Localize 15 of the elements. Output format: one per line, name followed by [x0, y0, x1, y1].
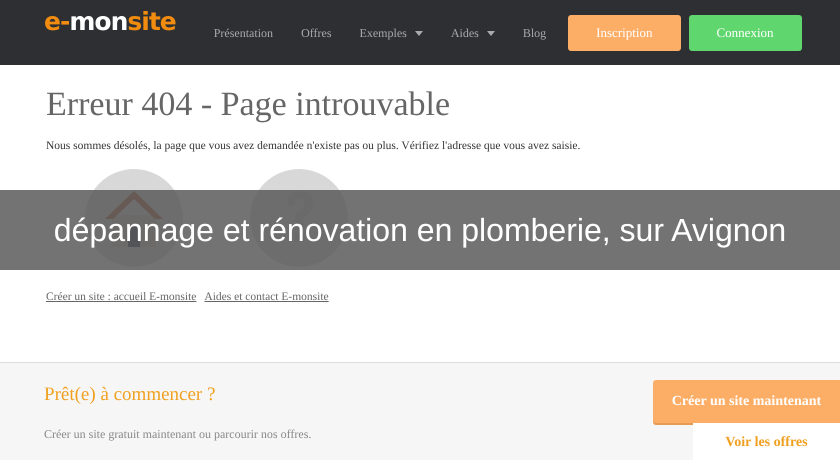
cta-text: Créer un site gratuit maintenant ou parcourir nos offres.: [44, 426, 312, 443]
cta-title: Prêt(e) à commencer ?: [44, 383, 216, 407]
caret-icon: [414, 31, 423, 36]
page-title: Erreur 404 - Page introuvable: [46, 85, 452, 125]
caption-banner: dépannage et rénovation en plomberie, sur Avignon: [0, 190, 840, 270]
menu-link[interactable]: Présentation: [200, 24, 288, 42]
menu-link[interactable]: Blog: [508, 24, 560, 42]
error-message: Nous sommes désolés, la page que vous avez demandée n'existe pas ou plus. Vérifiez l'adresse que vous avez saisie.: [46, 138, 582, 154]
menu-link[interactable]: Offres: [287, 24, 346, 42]
caret-icon: [486, 31, 495, 36]
footer-link[interactable]: Créer un site : accueil E-monsite: [46, 289, 196, 306]
logo[interactable]: e-monsite: [44, 2, 176, 40]
footer-link[interactable]: Aides et contact E-monsite: [204, 289, 329, 306]
menu-link[interactable]: Exemples: [346, 24, 437, 42]
menu-link[interactable]: Aides: [436, 24, 509, 42]
